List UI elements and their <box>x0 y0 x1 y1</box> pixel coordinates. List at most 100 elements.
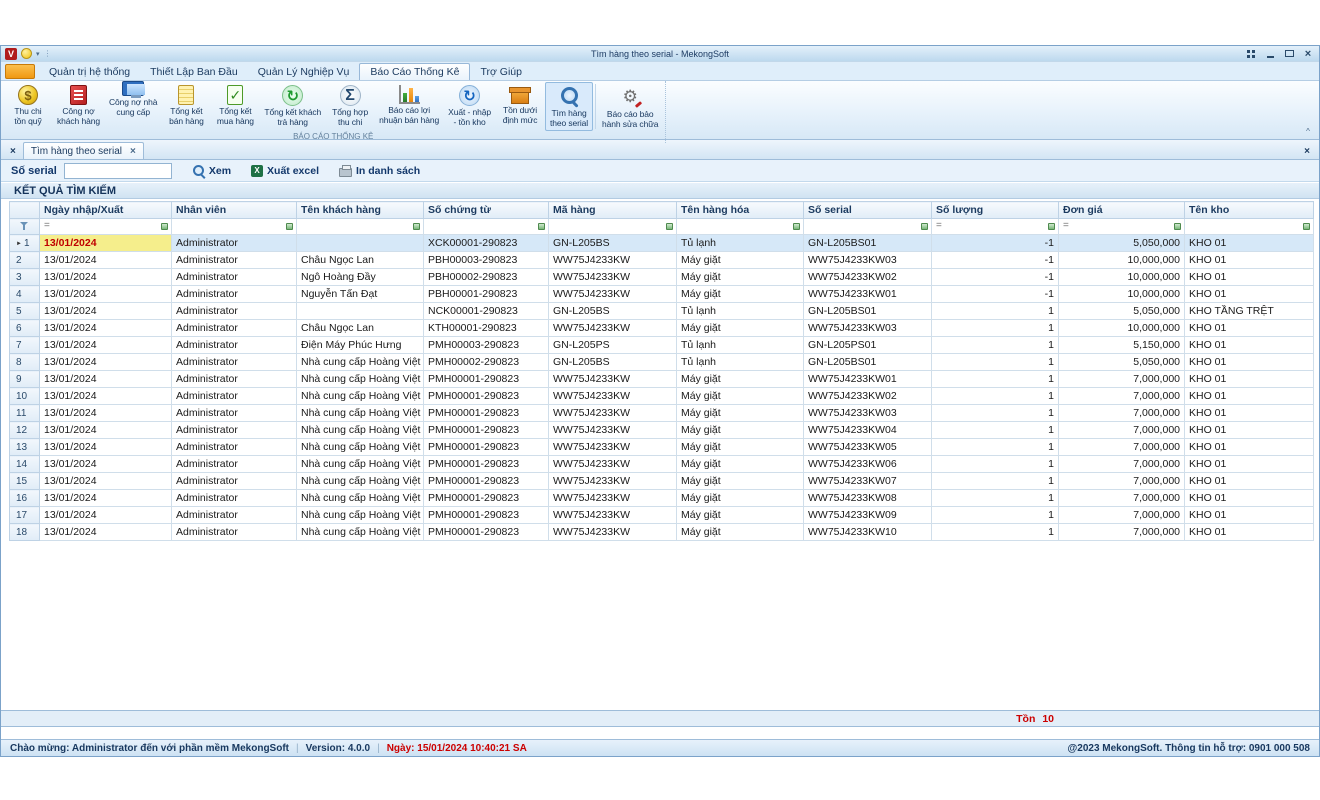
menu-tab[interactable]: Báo Cáo Thống Kê <box>359 63 470 80</box>
ribbon-button[interactable]: Công nợ khách hàng <box>53 82 104 131</box>
close-tab-icon[interactable]: × <box>130 146 136 157</box>
ribbon-button[interactable]: Tổng kết bán hàng <box>162 82 210 131</box>
customer-debt-icon <box>70 85 87 105</box>
table-row[interactable]: 1413/01/2024AdministratorNhà cung cấp Ho… <box>10 456 1314 473</box>
ribbon-button[interactable]: Công nợ nhà cung cấp <box>105 82 161 131</box>
cell-qty: -1 <box>932 269 1059 286</box>
filter-cell[interactable] <box>677 219 804 235</box>
column-header[interactable]: Tên khách hàng <box>297 202 424 219</box>
filter-cell[interactable]: = <box>1059 219 1185 235</box>
table-row[interactable]: 1213/01/2024AdministratorNhà cung cấp Ho… <box>10 422 1314 439</box>
smiley-icon[interactable] <box>21 48 32 59</box>
ribbon-button[interactable]: Tổng kết khách trả hàng <box>260 82 325 131</box>
export-excel-button[interactable]: X Xuất excel <box>251 165 319 177</box>
view-button[interactable]: Xem <box>192 164 231 177</box>
filter-condition-icon[interactable] <box>1174 223 1181 230</box>
chevron-down-icon[interactable]: ▾ <box>36 50 40 58</box>
ribbon-button[interactable]: Báo cáo lợi nhuận bán hàng <box>375 82 443 131</box>
table-row[interactable]: 813/01/2024AdministratorNhà cung cấp Hoà… <box>10 354 1314 371</box>
cell-qty: 1 <box>932 439 1059 456</box>
table-row[interactable]: 1013/01/2024AdministratorNhà cung cấp Ho… <box>10 388 1314 405</box>
filter-cell[interactable] <box>1185 219 1314 235</box>
row-indicator: 4 <box>10 286 40 303</box>
column-header[interactable]: Số lượng <box>932 202 1059 219</box>
cell-date: 13/01/2024 <box>40 422 172 439</box>
table-row[interactable]: 1713/01/2024AdministratorNhà cung cấp Ho… <box>10 507 1314 524</box>
table-row[interactable]: 1813/01/2024AdministratorNhà cung cấp Ho… <box>10 524 1314 541</box>
window-options-icon[interactable] <box>1244 48 1258 60</box>
cell-price: 7,000,000 <box>1059 456 1185 473</box>
column-header[interactable]: Đơn giá <box>1059 202 1185 219</box>
close-button[interactable]: × <box>1301 48 1315 60</box>
cell-code: WW75J4233KW <box>549 422 677 439</box>
table-row[interactable]: 913/01/2024AdministratorNhà cung cấp Hoà… <box>10 371 1314 388</box>
menu-tab[interactable]: Thiết Lập Ban Đầu <box>140 64 248 80</box>
filter-condition-icon[interactable] <box>793 223 800 230</box>
filter-cell[interactable]: = <box>40 219 172 235</box>
ribbon-button[interactable]: Tổng hợp thu chi <box>326 82 374 131</box>
cell-qty: -1 <box>932 286 1059 303</box>
filter-condition-icon[interactable] <box>538 223 545 230</box>
filter-condition-icon[interactable] <box>1303 223 1310 230</box>
column-header[interactable]: Tên hàng hóa <box>677 202 804 219</box>
title-bar[interactable]: V ▾ ⋮ Tìm hàng theo serial - MekongSoft … <box>1 46 1319 62</box>
filter-condition-icon[interactable] <box>286 223 293 230</box>
column-header[interactable]: Ngày nhập/Xuất <box>40 202 172 219</box>
ribbon-button[interactable]: Tồn dưới định mức <box>496 82 544 131</box>
table-row[interactable]: 713/01/2024AdministratorĐiện Máy Phúc Hư… <box>10 337 1314 354</box>
filter-condition-icon[interactable] <box>161 223 168 230</box>
table-row[interactable]: ►113/01/2024AdministratorXCK00001-290823… <box>10 235 1314 252</box>
serial-input[interactable] <box>64 163 172 179</box>
minimize-button[interactable] <box>1263 48 1277 60</box>
app-menu-button[interactable] <box>5 64 35 79</box>
filter-cell[interactable] <box>297 219 424 235</box>
ribbon-button[interactable]: Tổng kết mua hàng <box>211 82 259 131</box>
ribbon-button[interactable]: Thu chi tồn quỹ <box>4 82 52 131</box>
ribbon-button[interactable]: Báo cáo bảo hành sửa chữa <box>598 82 662 131</box>
close-document-icon-left[interactable]: × <box>5 146 21 159</box>
table-row[interactable]: 1113/01/2024AdministratorNhà cung cấp Ho… <box>10 405 1314 422</box>
column-header[interactable]: Mã hàng <box>549 202 677 219</box>
table-row[interactable]: 1513/01/2024AdministratorNhà cung cấp Ho… <box>10 473 1314 490</box>
maximize-button[interactable] <box>1282 48 1296 60</box>
table-row[interactable]: 413/01/2024AdministratorNguyễn Tấn ĐạtPB… <box>10 286 1314 303</box>
table-row[interactable]: 513/01/2024AdministratorNCK00001-290823G… <box>10 303 1314 320</box>
filter-cell[interactable] <box>424 219 549 235</box>
filter-condition-icon[interactable] <box>921 223 928 230</box>
grid-header-row: Ngày nhập/XuấtNhân viênTên khách hàngSố … <box>10 202 1314 219</box>
menu-tab[interactable]: Quản trị hệ thống <box>39 64 140 80</box>
close-document-icon-right[interactable]: × <box>1299 146 1315 159</box>
footer-gap <box>1 727 1319 739</box>
filter-cell[interactable] <box>804 219 932 235</box>
table-row[interactable]: 213/01/2024AdministratorChâu Ngọc LanPBH… <box>10 252 1314 269</box>
table-row[interactable]: 613/01/2024AdministratorChâu Ngọc LanKTH… <box>10 320 1314 337</box>
collapse-ribbon-button[interactable]: ^ <box>1301 126 1315 137</box>
column-header[interactable]: Số serial <box>804 202 932 219</box>
print-list-button[interactable]: In danh sách <box>339 165 420 177</box>
document-tab-label: Tìm hàng theo serial <box>31 146 122 157</box>
filter-cell[interactable]: = <box>932 219 1059 235</box>
column-header[interactable]: Nhân viên <box>172 202 297 219</box>
ribbon-button[interactable]: Tìm hàng theo serial <box>545 82 593 131</box>
column-header[interactable]: Số chứng từ <box>424 202 549 219</box>
filter-condition-icon[interactable] <box>413 223 420 230</box>
filter-cell[interactable] <box>172 219 297 235</box>
cell-serial: WW75J4233KW01 <box>804 286 932 303</box>
cell-staff: Administrator <box>172 303 297 320</box>
menu-tab[interactable]: Trợ Giúp <box>470 64 532 80</box>
results-title: KẾT QUẢ TÌM KIẾM <box>14 185 116 197</box>
filter-cell[interactable] <box>549 219 677 235</box>
table-row[interactable]: 1613/01/2024AdministratorNhà cung cấp Ho… <box>10 490 1314 507</box>
ribbon-button[interactable]: Xuất - nhập - tồn kho <box>444 82 495 131</box>
cell-qty: 1 <box>932 303 1059 320</box>
document-tab[interactable]: Tìm hàng theo serial × <box>23 142 144 159</box>
filter-condition-icon[interactable] <box>666 223 673 230</box>
table-row[interactable]: 313/01/2024AdministratorNgô Hoàng ĐầyPBH… <box>10 269 1314 286</box>
column-header[interactable]: Tên kho <box>1185 202 1314 219</box>
menu-tab[interactable]: Quản Lý Nghiệp Vụ <box>248 64 360 80</box>
table-row[interactable]: 1313/01/2024AdministratorNhà cung cấp Ho… <box>10 439 1314 456</box>
sales-note-icon <box>178 85 194 105</box>
serial-label: Số serial <box>11 165 57 177</box>
filter-condition-icon[interactable] <box>1048 223 1055 230</box>
cell-customer: Nguyễn Tấn Đạt <box>297 286 424 303</box>
